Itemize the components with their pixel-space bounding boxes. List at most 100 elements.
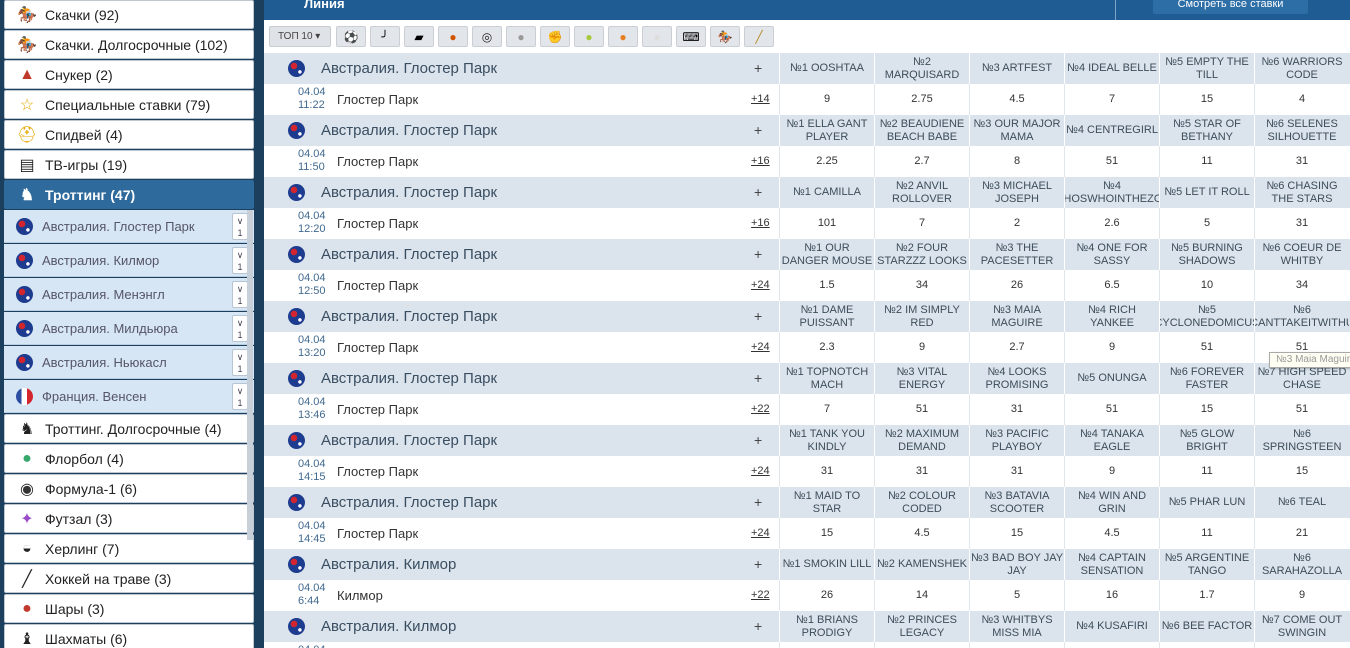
odds-cell[interactable]: 15 [1159,394,1254,425]
odds-cell[interactable]: 14 [874,580,969,611]
odds-cell[interactable]: 2.75 [874,84,969,115]
odds-cell[interactable] [1254,642,1349,648]
odds-cell[interactable]: 4.5 [874,518,969,549]
sidebar-subitem[interactable]: Австралия. Глостер Парк ∨ 1 [4,210,254,243]
odds-cell[interactable]: 15 [779,518,874,549]
odds-cell[interactable]: 31 [969,456,1064,487]
odds-cell[interactable]: 9 [1064,332,1159,363]
odds-cell[interactable]: 1.7 [1159,580,1254,611]
esports-filter-button[interactable]: ⌨ [676,26,706,47]
expand-plus-icon[interactable]: + [754,494,762,510]
odds-cell[interactable]: 9 [1254,580,1349,611]
sidebar-sport-item[interactable]: 🏇 Скачки. Долгосрочные (102) [4,30,254,59]
odds-cell[interactable]: 16 [1064,580,1159,611]
odds-cell[interactable]: 9 [874,332,969,363]
odds-cell[interactable]: 5 [1159,208,1254,239]
odds-cell[interactable]: 15 [1159,84,1254,115]
expand-plus-icon[interactable]: + [754,308,762,324]
sidebar-subitem[interactable]: Австралия. Ньюкасл ∨ 1 [4,346,254,379]
sidebar-sport-item[interactable]: ⛑ Спидвей (4) [4,120,254,149]
odds-cell[interactable]: 31 [1254,208,1349,239]
odds-cell[interactable]: 2.3 [779,332,874,363]
expand-plus-icon[interactable]: + [754,370,762,386]
odds-cell[interactable]: 2 [969,208,1064,239]
sidebar-sport-item[interactable]: ◉ Формула-1 (6) [4,474,254,503]
odds-cell[interactable]: 4.5 [969,84,1064,115]
odds-cell[interactable]: 11 [1159,456,1254,487]
golf-filter-button[interactable]: ● [642,26,672,47]
odds-cell[interactable]: 6.5 [1064,270,1159,301]
sidebar-subitem[interactable]: Франция. Венсен ∨ 1 [4,380,254,413]
odds-cell[interactable]: 15 [969,518,1064,549]
odds-cell[interactable]: 8 [969,146,1064,177]
basketball-filter-button[interactable]: ● [438,26,468,47]
boxing-filter-button[interactable]: ✊ [540,26,570,47]
hockey-filter-button[interactable]: ╯ [370,26,400,47]
sidebar-subitem[interactable]: Австралия. Килмор ∨ 1 [4,244,254,277]
odds-cell[interactable]: 9 [1064,456,1159,487]
sidebar-sport-item[interactable]: ♞ Троттинг. Долгосрочные (4) [4,414,254,443]
odds-cell[interactable]: 2.7 [874,146,969,177]
odds-cell[interactable]: 31 [874,456,969,487]
odds-cell[interactable]: 2.6 [1064,208,1159,239]
more-markets-link[interactable]: +14 [751,93,770,105]
odds-cell[interactable] [874,642,969,648]
odds-cell[interactable]: 7 [1064,84,1159,115]
basketball-orange-filter-button[interactable]: ● [608,26,638,47]
subitem-count-badge[interactable]: ∨ 1 [232,315,248,342]
sidebar-sport-item[interactable]: ▤ ТВ-игры (19) [4,150,254,179]
odds-cell[interactable] [1159,642,1254,648]
odds-cell[interactable]: 15 [1254,456,1349,487]
odds-cell[interactable]: 2.7 [969,332,1064,363]
more-markets-link[interactable]: +16 [751,217,770,229]
subitem-count-badge[interactable]: ∨ 1 [232,349,248,376]
sidebar-sport-item[interactable]: ● Флорбол (4) [4,444,254,473]
more-markets-link[interactable]: +24 [751,341,770,353]
sidebar-sport-item[interactable]: ♝ Шахматы (6) [4,624,254,648]
odds-cell[interactable]: 51 [1064,394,1159,425]
expand-plus-icon[interactable]: + [754,122,762,138]
football-filter-button[interactable]: ⚽ [336,26,366,47]
odds-cell[interactable]: 101 [779,208,874,239]
subitem-count-badge[interactable]: ∨ 1 [232,213,248,240]
odds-cell[interactable]: 4.5 [1064,518,1159,549]
cricket-filter-button[interactable]: ╱ [744,26,774,47]
odds-cell[interactable]: 9 [779,84,874,115]
odds-cell[interactable]: 51 [1064,146,1159,177]
sidebar-sport-item[interactable]: ☆ Специальные ставки (79) [4,90,254,119]
expand-plus-icon[interactable]: + [754,618,762,634]
odds-cell[interactable]: 34 [874,270,969,301]
bandy-filter-button[interactable]: ▰ [404,26,434,47]
sidebar-sport-item[interactable]: ● Шары (3) [4,594,254,623]
odds-cell[interactable]: 11 [1159,146,1254,177]
odds-cell[interactable]: 51 [1254,394,1349,425]
subitem-count-badge[interactable]: ∨ 1 [232,247,248,274]
odds-cell[interactable]: 11 [1159,518,1254,549]
sidebar-subitem[interactable]: Австралия. Милдьюра ∨ 1 [4,312,254,345]
view-all-bets-button[interactable]: Смотреть все ставки [1153,0,1308,14]
table-tennis-filter-button[interactable]: ● [574,26,604,47]
odds-cell[interactable] [779,642,874,648]
odds-cell[interactable]: 21 [1254,518,1349,549]
sidebar-subitem[interactable]: Австралия. Менэнгл ∨ 1 [4,278,254,311]
odds-cell[interactable] [1064,642,1159,648]
expand-plus-icon[interactable]: + [754,184,762,200]
expand-plus-icon[interactable]: + [754,246,762,262]
sidebar-sport-item[interactable]: ♞ Троттинг (47) [4,180,254,209]
sidebar-sport-item[interactable]: ✦ Футзал (3) [4,504,254,533]
odds-cell[interactable] [969,642,1064,648]
more-markets-link[interactable]: +22 [751,403,770,415]
sidebar-scrollbar[interactable] [247,210,253,540]
volleyball-filter-button[interactable]: ● [506,26,536,47]
subitem-count-badge[interactable]: ∨ 1 [232,281,248,308]
odds-cell[interactable]: 26 [779,580,874,611]
sidebar-sport-item[interactable]: ▲ Снукер (2) [4,60,254,89]
odds-cell[interactable]: 26 [969,270,1064,301]
sidebar-sport-item[interactable]: ◒ Херлинг (7) [4,534,254,563]
odds-cell[interactable]: 10 [1159,270,1254,301]
odds-cell[interactable]: 5 [969,580,1064,611]
more-markets-link[interactable]: +24 [751,527,770,539]
more-markets-link[interactable]: +16 [751,155,770,167]
sidebar-sport-item[interactable]: ╱ Хоккей на траве (3) [4,564,254,593]
odds-cell[interactable]: 7 [779,394,874,425]
